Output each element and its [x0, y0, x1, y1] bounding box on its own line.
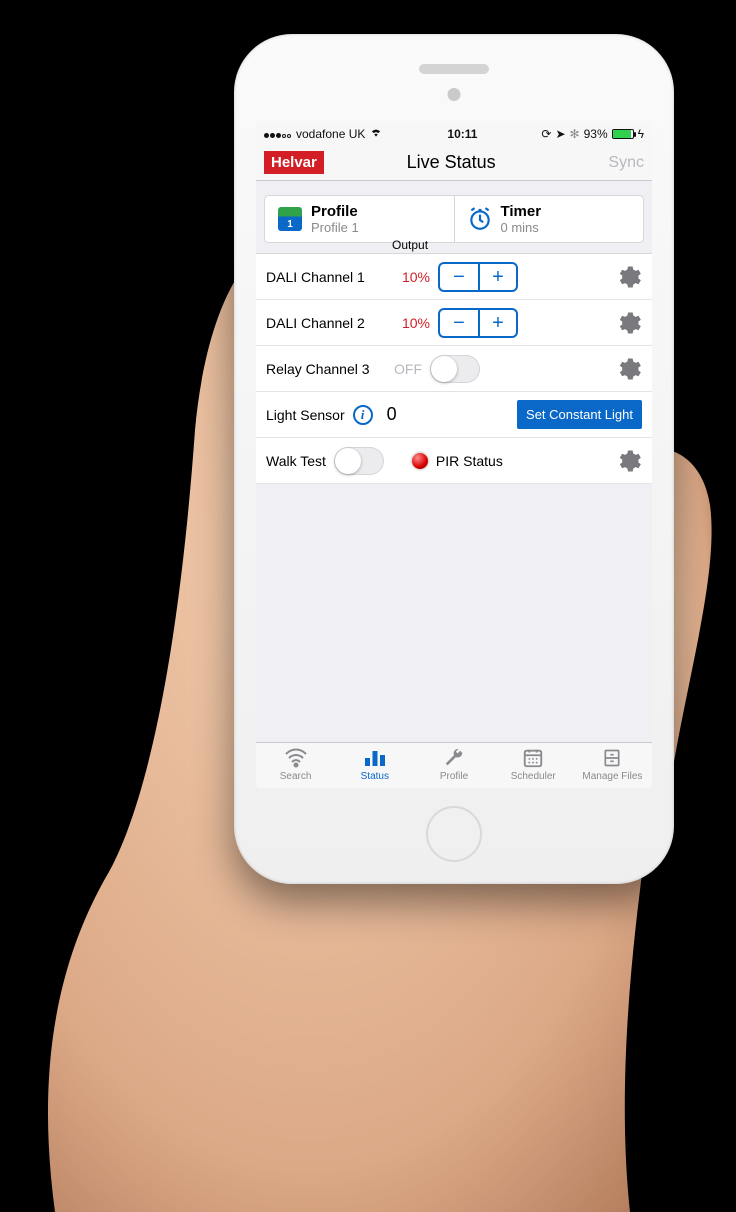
pir-status-led-icon: [412, 453, 428, 469]
decrement-button[interactable]: −: [438, 308, 478, 338]
nav-bar: Helvar Live Status Sync: [256, 145, 652, 181]
tab-status[interactable]: Status: [335, 747, 414, 782]
tab-manage-files[interactable]: Manage Files: [573, 747, 652, 782]
calendar-icon: [520, 747, 546, 769]
file-cabinet-icon: [599, 747, 625, 769]
orientation-lock-icon: ⟳: [541, 127, 551, 141]
dali-channel-2-row: DALI Channel 2 10% − +: [256, 300, 652, 346]
home-button[interactable]: [426, 806, 482, 862]
screen: vodafone UK 10:11 ⟳ ➤ ✻ 93% ϟ Helvar Liv…: [256, 122, 652, 788]
phone-frame: vodafone UK 10:11 ⟳ ➤ ✻ 93% ϟ Helvar Liv…: [234, 34, 674, 884]
wrench-icon: [441, 747, 467, 769]
channel-name: DALI Channel 2: [266, 315, 386, 331]
alarm-clock-icon: [467, 206, 493, 232]
increment-button[interactable]: +: [478, 262, 518, 292]
channel-name: DALI Channel 1: [266, 269, 386, 285]
gear-icon[interactable]: [614, 355, 642, 383]
summary-card: Profile Profile 1 Timer 0 mins: [264, 195, 644, 243]
bluetooth-icon: ✻: [570, 127, 580, 141]
relay-channel-row: Relay Channel 3 OFF: [256, 346, 652, 392]
relay-toggle[interactable]: [430, 355, 480, 383]
light-sensor-label: Light Sensor: [266, 407, 345, 423]
tab-bar: Search Status Profile Scheduler Manage F…: [256, 742, 652, 788]
profile-cell[interactable]: Profile Profile 1: [265, 196, 454, 242]
tab-scheduler[interactable]: Scheduler: [494, 747, 573, 782]
relay-name: Relay Channel 3: [266, 361, 386, 377]
channel-value: 10%: [394, 269, 430, 285]
tab-search[interactable]: Search: [256, 747, 335, 782]
clock-label: 10:11: [447, 127, 477, 141]
gear-icon[interactable]: [614, 447, 642, 475]
info-icon[interactable]: i: [353, 405, 373, 425]
walk-test-row: Walk Test PIR Status: [256, 438, 652, 484]
tab-label: Manage Files: [582, 771, 642, 782]
profile-heading: Profile: [311, 203, 359, 220]
tab-label: Scheduler: [511, 771, 556, 782]
timer-value: 0 mins: [501, 220, 542, 235]
ios-status-bar: vodafone UK 10:11 ⟳ ➤ ✻ 93% ϟ: [256, 122, 652, 145]
light-sensor-value: 0: [387, 404, 397, 425]
light-sensor-row: Light Sensor i 0 Set Constant Light: [256, 392, 652, 438]
decrement-button[interactable]: −: [438, 262, 478, 292]
location-icon: ➤: [555, 127, 565, 141]
dali-channel-1-row: Output DALI Channel 1 10% − +: [256, 254, 652, 300]
relay-state-label: OFF: [394, 361, 422, 377]
battery-pct-label: 93%: [584, 127, 608, 141]
gear-icon[interactable]: [614, 309, 642, 337]
profile-value: Profile 1: [311, 220, 359, 235]
timer-heading: Timer: [501, 203, 542, 220]
increment-button[interactable]: +: [478, 308, 518, 338]
sync-button[interactable]: Sync: [608, 154, 644, 172]
tab-label: Profile: [440, 771, 468, 782]
wifi-search-icon: [283, 747, 309, 769]
page-title: Live Status: [294, 152, 609, 173]
timer-cell[interactable]: Timer 0 mins: [454, 196, 644, 242]
gear-icon[interactable]: [614, 263, 642, 291]
tab-label: Status: [361, 771, 389, 782]
carrier-label: vodafone UK: [296, 127, 365, 141]
battery-icon: [612, 129, 634, 139]
channel-value: 10%: [394, 315, 430, 331]
charging-icon: ϟ: [638, 127, 644, 141]
pir-status-label: PIR Status: [436, 453, 503, 469]
walk-test-label: Walk Test: [266, 453, 326, 469]
output-header-label: Output: [392, 238, 428, 252]
tab-profile[interactable]: Profile: [414, 747, 493, 782]
tab-label: Search: [280, 771, 312, 782]
walk-test-toggle[interactable]: [334, 447, 384, 475]
profile-icon: [278, 207, 302, 231]
wifi-icon: [369, 126, 383, 141]
signal-dots-icon: [264, 127, 292, 141]
bar-chart-icon: [362, 747, 388, 769]
set-constant-light-button[interactable]: Set Constant Light: [517, 400, 642, 429]
